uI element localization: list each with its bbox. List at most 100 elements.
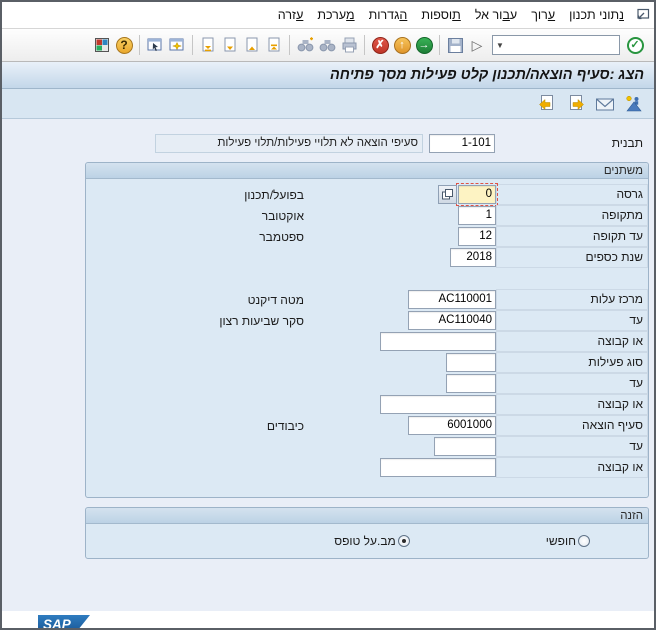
variables-group-body: גרסה0בפועל/תכנוןמתקופה1אוקטוברעד תקופה12… (86, 179, 648, 497)
radio-icon-form-based[interactable] (398, 535, 410, 547)
field-zone: 12 (304, 227, 496, 246)
create-shortcut-button[interactable] (166, 33, 188, 57)
form-row: סוג פעילות (86, 352, 648, 373)
field-zone: 2018 (304, 248, 496, 267)
exit-button[interactable]: ↑ (391, 33, 413, 57)
save-button[interactable] (444, 33, 466, 57)
form-row: עד תקופה12 ספטמבר (86, 226, 648, 247)
overview-screen-button[interactable] (623, 93, 645, 115)
input-to-period[interactable]: 12 (458, 227, 496, 246)
footer: SAP (2, 611, 654, 628)
field-description-version: בפועל/תכנון (244, 188, 304, 202)
field-description-cost-element-from: כיבודים (267, 419, 304, 433)
input-fiscal-year[interactable]: 2018 (450, 248, 496, 267)
field-label-cost-center-to: עד (496, 310, 648, 331)
field-description-cost-center-to: סקר שביעות רצון (219, 314, 304, 328)
value-help-button[interactable] (438, 185, 457, 204)
input-version[interactable]: 0 (458, 185, 496, 204)
page-arrow-right-icon (567, 94, 585, 113)
menu-item-1[interactable]: נתוני תכנון (562, 5, 631, 25)
field-label-cost-center-group: או קבוצה (496, 331, 648, 352)
input-cost-center-to[interactable]: AC110040 (408, 311, 496, 330)
form-row: מרכז עלותAC110001 מטה דיקנט (86, 289, 648, 310)
input-activity-type-group[interactable] (380, 395, 496, 414)
customize-layout-button[interactable] (91, 33, 113, 57)
menu-item-5[interactable]: הגדרות (362, 5, 415, 25)
menu-bar: נתוני תכנוןערוךעבור אלתוספותהגדרותמערכתע… (2, 2, 654, 29)
field-label-activity-type-group: או קבוצה (496, 394, 648, 415)
page-down-button[interactable] (219, 33, 241, 57)
form-row: שנת כספים2018 (86, 247, 648, 268)
field-zone: AC110040 (304, 311, 496, 330)
field-label-activity-type-to: עד (496, 373, 648, 394)
screen-body: תבנית 1-101 סעיפי הוצאה לא תלויי פעילות/… (2, 119, 654, 611)
separator (439, 35, 440, 55)
back-button[interactable]: → (413, 33, 435, 57)
field-label-cost-element-group: או קבוצה (496, 457, 648, 478)
form-row: עד (86, 436, 648, 457)
page-arrow-left-icon (538, 94, 556, 113)
field-zone: AC110001 (304, 290, 496, 309)
field-zone (304, 332, 496, 351)
field-description-cost-center-from: מטה דיקנט (248, 293, 304, 307)
x-icon: ✗ (372, 37, 389, 54)
menu-items: נתוני תכנוןערוךעבור אלתוספותהגדרותמערכתע… (271, 8, 631, 22)
page-down-icon (222, 36, 238, 54)
input-cost-element-from[interactable]: 6001000 (408, 416, 496, 435)
menu-item-3[interactable]: עבור אל (468, 5, 524, 25)
radio-option-form-based[interactable]: מב.על טופס (334, 534, 410, 548)
form-row: מתקופה1אוקטובר (86, 205, 648, 226)
chevron-down-icon[interactable]: ▼ (496, 41, 504, 50)
input-cost-element-to[interactable] (434, 437, 496, 456)
input-cost-center-group[interactable] (380, 332, 496, 351)
menu-item-4[interactable]: תוספות (414, 5, 467, 25)
window-cursor-icon (146, 37, 164, 54)
field-label-cost-element-from: סעיף הוצאה (496, 415, 648, 436)
field-label-to-period: עד תקופה (496, 226, 648, 247)
cancel-button[interactable]: ✗ (369, 33, 391, 57)
expand-command-button[interactable]: ▷ (466, 33, 488, 57)
previous-layout-button[interactable] (536, 93, 558, 115)
layout-input[interactable]: 1-101 (429, 134, 495, 153)
field-zone: 0 (304, 185, 496, 204)
radio-icon-free[interactable] (578, 535, 590, 547)
help-button[interactable]: ? (113, 33, 135, 57)
page-up-button[interactable] (241, 33, 263, 57)
input-cost-center-from[interactable]: AC110001 (408, 290, 496, 309)
sap-logo: SAP (38, 615, 90, 628)
menu-item-6[interactable]: מערכת (310, 5, 361, 25)
color-grid-icon (94, 37, 110, 53)
variables-group-title: משתנים (604, 165, 643, 177)
radio-label-form-based: מב.על טופס (334, 534, 396, 548)
find-button[interactable] (316, 33, 338, 57)
period-screen-button[interactable] (594, 93, 616, 115)
field-zone (304, 458, 496, 477)
enter-button[interactable]: ✓ (624, 33, 646, 57)
menu-item-2[interactable]: ערוך (524, 5, 562, 25)
next-layout-button[interactable] (565, 93, 587, 115)
title-bar: הצג :סעיף הוצאה/תכנון קלט פעילות מסך פתי… (2, 62, 654, 89)
input-activity-type-to[interactable] (446, 374, 496, 393)
separator (364, 35, 365, 55)
input-activity-type-from[interactable] (446, 353, 496, 372)
field-label-cost-center-from: מרכז עלות (496, 289, 648, 310)
find-next-button[interactable] (294, 33, 316, 57)
new-session-button[interactable] (144, 33, 166, 57)
input-cost-element-group[interactable] (380, 458, 496, 477)
layout-description: סעיפי הוצאה לא תלויי פעילות/תלוי פעילות (155, 134, 423, 153)
variables-group: משתנים גרסה0בפועל/תכנוןמתקופה1אוקטוברעד … (85, 162, 649, 498)
separator (289, 35, 290, 55)
input-from-period[interactable]: 1 (458, 206, 496, 225)
print-button[interactable] (338, 33, 360, 57)
field-zone (304, 395, 496, 414)
layout-row: תבנית 1-101 סעיפי הוצאה לא תלויי פעילות/… (7, 133, 649, 153)
triangle-icon: ▷ (472, 37, 483, 54)
field-description-to-period: ספטמבר (259, 230, 304, 244)
field-label-from-period: מתקופה (496, 205, 648, 226)
command-field[interactable]: ▼ (492, 35, 620, 55)
entry-group-title: הזנה (620, 510, 643, 522)
last-page-button[interactable] (197, 33, 219, 57)
menu-item-7[interactable]: עזרה (271, 5, 311, 25)
first-page-button[interactable] (263, 33, 285, 57)
radio-option-free[interactable]: חופשי (546, 534, 590, 548)
